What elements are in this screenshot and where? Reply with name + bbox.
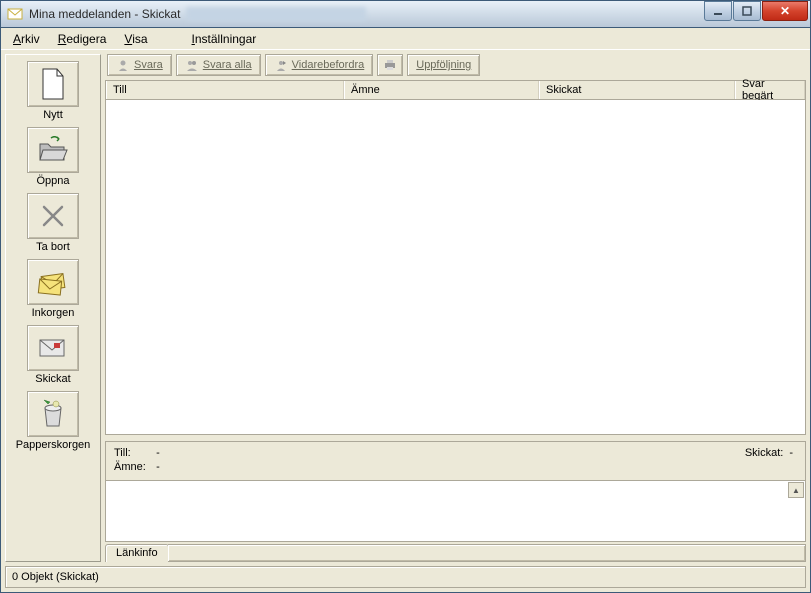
column-till[interactable]: Till — [106, 81, 344, 99]
column-amne[interactable]: Ämne — [344, 81, 539, 99]
sidebar-item-nytt[interactable]: Nytt — [13, 61, 93, 121]
detail-body[interactable]: ▲ — [105, 480, 806, 542]
new-document-icon — [39, 67, 67, 101]
menu-label: rkiv — [21, 32, 40, 46]
menu-label: edigera — [66, 32, 106, 46]
menubar: Arkiv Redigera Visa Inställningar — [1, 28, 810, 50]
minimize-button[interactable] — [704, 1, 732, 21]
app-icon — [7, 6, 23, 22]
sidebar-item-label: Nytt — [43, 109, 63, 121]
print-button[interactable] — [377, 54, 403, 76]
sidebar: Nytt Öppna — [5, 54, 101, 562]
inbox-icon — [36, 267, 70, 297]
status-text: 0 Objekt (Skickat) — [12, 571, 99, 583]
vidarebefordra-button[interactable]: Vidarebefordra — [265, 54, 374, 76]
detail-skickat-label: Skickat: — [745, 446, 784, 460]
reply-all-icon — [185, 58, 199, 72]
delete-icon — [39, 202, 67, 230]
svara-alla-button[interactable]: Svara alla — [176, 54, 261, 76]
trash-icon — [38, 398, 68, 430]
reply-icon — [116, 58, 130, 72]
papperskorgen-button[interactable] — [27, 391, 79, 437]
tab-lankinfo[interactable]: Länkinfo — [105, 544, 169, 562]
tab-label: Länkinfo — [116, 547, 158, 559]
toolbar-label: Vidarebefordra — [292, 59, 365, 71]
menu-installningar[interactable]: Inställningar — [184, 30, 265, 48]
detail-amne-label: Ämne: — [114, 460, 154, 474]
sidebar-item-skickat[interactable]: Skickat — [13, 325, 93, 385]
column-label: Skickat — [546, 84, 581, 96]
sidebar-item-oppna[interactable]: Öppna — [13, 127, 93, 187]
sidebar-item-label: Öppna — [36, 175, 69, 187]
uppfoljning-button[interactable]: Uppföljning — [407, 54, 480, 76]
list-header: Till Ämne Skickat Svar begärt — [105, 80, 806, 100]
sidebar-item-label: Papperskorgen — [16, 439, 91, 451]
tab-content-bar — [168, 544, 806, 562]
menu-redigera[interactable]: Redigera — [50, 30, 115, 48]
column-svar[interactable]: Svar begärt — [735, 81, 805, 99]
toolbar-label: Uppföljning — [416, 59, 471, 71]
menu-arkiv[interactable]: Arkiv — [5, 30, 48, 48]
oppna-button[interactable] — [27, 127, 79, 173]
detail-till-value: - — [154, 446, 162, 460]
menu-label: nställningar — [195, 32, 256, 46]
nytt-button[interactable] — [27, 61, 79, 107]
menu-visa[interactable]: Visa — [116, 30, 155, 48]
sidebar-item-label: Inkorgen — [32, 307, 75, 319]
scroll-up-button[interactable]: ▲ — [788, 482, 804, 498]
maximize-button[interactable] — [733, 1, 761, 21]
sidebar-item-papperskorgen[interactable]: Papperskorgen — [13, 391, 93, 451]
column-label: Ämne — [351, 84, 380, 96]
inkorgen-button[interactable] — [27, 259, 79, 305]
toolbar-label: Svara alla — [203, 59, 252, 71]
detail-till-label: Till: — [114, 446, 154, 460]
tabort-button[interactable] — [27, 193, 79, 239]
open-folder-icon — [37, 136, 69, 164]
sidebar-item-tabort[interactable]: Ta bort — [13, 193, 93, 253]
menu-label: isa — [132, 32, 147, 46]
detail-amne-value: - — [154, 460, 162, 474]
content-area: Svara Svara alla Vidarebefordra — [105, 54, 806, 562]
forward-icon — [274, 58, 288, 72]
column-skickat[interactable]: Skickat — [539, 81, 735, 99]
titlebar-blur — [186, 7, 366, 21]
window-title: Mina meddelanden - Skickat — [29, 7, 180, 21]
print-icon — [383, 58, 397, 72]
skickat-button[interactable] — [27, 325, 79, 371]
toolbar-label: Svara — [134, 59, 163, 71]
sidebar-item-inkorgen[interactable]: Inkorgen — [13, 259, 93, 319]
close-button[interactable]: ✕ — [762, 1, 808, 21]
window-controls: ✕ — [703, 1, 808, 21]
svara-button[interactable]: Svara — [107, 54, 172, 76]
detail-skickat-value: - — [789, 446, 793, 460]
column-label: Till — [113, 84, 127, 96]
titlebar: Mina meddelanden - Skickat ✕ — [0, 0, 811, 28]
client-area: Arkiv Redigera Visa Inställningar Nytt — [0, 28, 811, 593]
sidebar-item-label: Skickat — [35, 373, 70, 385]
column-label: Svar begärt — [742, 78, 798, 102]
toolbar: Svara Svara alla Vidarebefordra — [105, 54, 806, 80]
statusbar: 0 Objekt (Skickat) — [5, 566, 806, 588]
main-row: Nytt Öppna — [1, 50, 810, 566]
sidebar-item-label: Ta bort — [36, 241, 70, 253]
detail-header: Till: - Ämne: - Skickat: - — [105, 441, 806, 480]
message-list[interactable] — [105, 100, 806, 435]
sent-icon — [36, 334, 70, 362]
tab-row: Länkinfo — [105, 544, 806, 562]
